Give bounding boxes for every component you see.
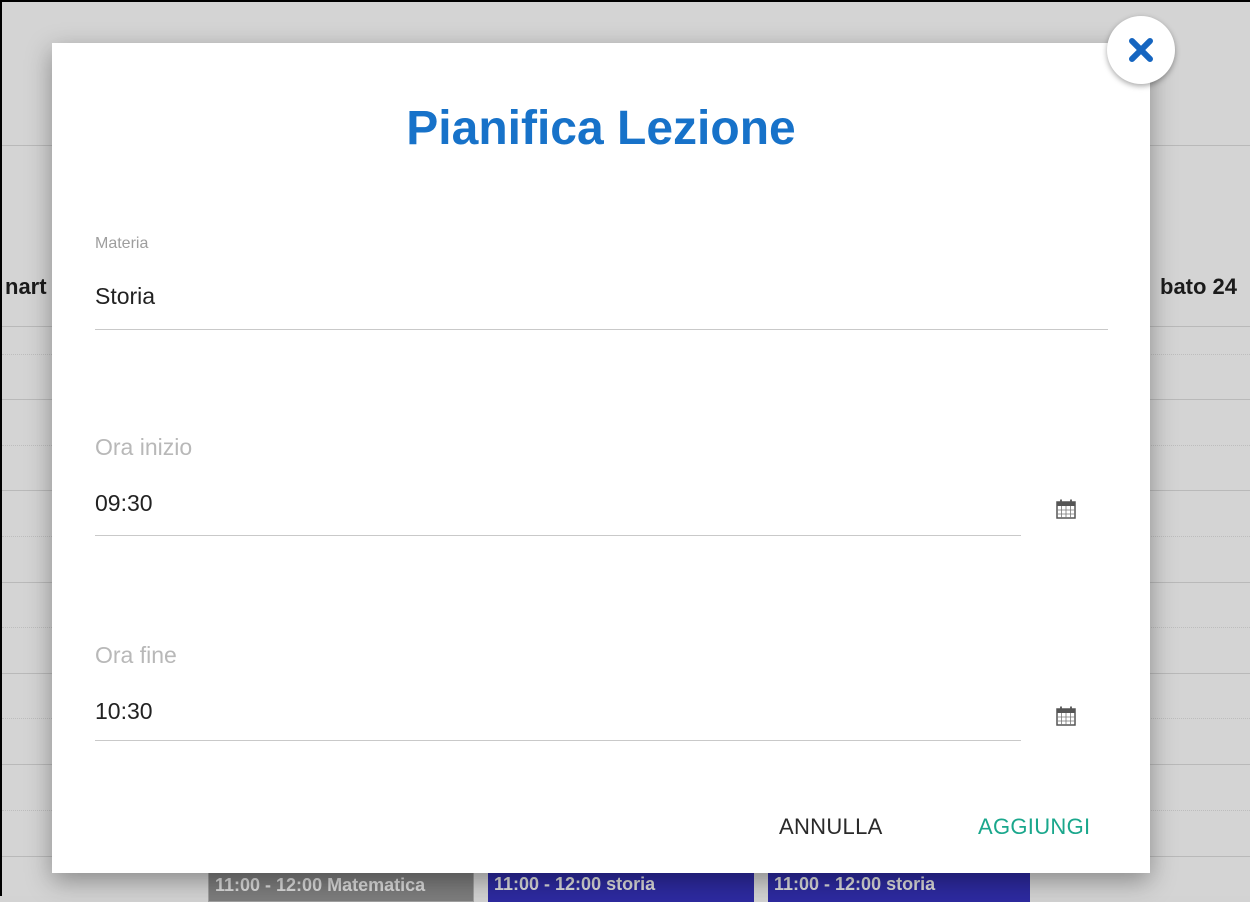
close-button[interactable] xyxy=(1107,16,1175,84)
cancel-button[interactable]: ANNULLA xyxy=(779,814,883,840)
add-button[interactable]: AGGIUNGI xyxy=(978,814,1090,840)
close-x-icon xyxy=(1129,38,1153,62)
dialog-title: Pianifica Lezione xyxy=(406,102,796,155)
calendar-icon[interactable] xyxy=(1055,705,1077,727)
ora-inizio-input[interactable]: 09:30 xyxy=(95,490,153,517)
ora-fine-input[interactable]: 10:30 xyxy=(95,698,153,725)
materia-input[interactable]: Storia xyxy=(95,283,155,310)
ora-fine-underline xyxy=(95,740,1021,741)
materia-underline xyxy=(95,329,1108,330)
calendar-icon[interactable] xyxy=(1055,498,1077,520)
ora-fine-label: Ora fine xyxy=(95,642,177,668)
materia-label: Materia xyxy=(95,235,149,252)
schedule-lesson-dialog: Pianifica Lezione Materia Storia Ora ini… xyxy=(52,43,1150,873)
ora-inizio-label: Ora inizio xyxy=(95,434,193,460)
ora-inizio-underline xyxy=(95,535,1021,536)
